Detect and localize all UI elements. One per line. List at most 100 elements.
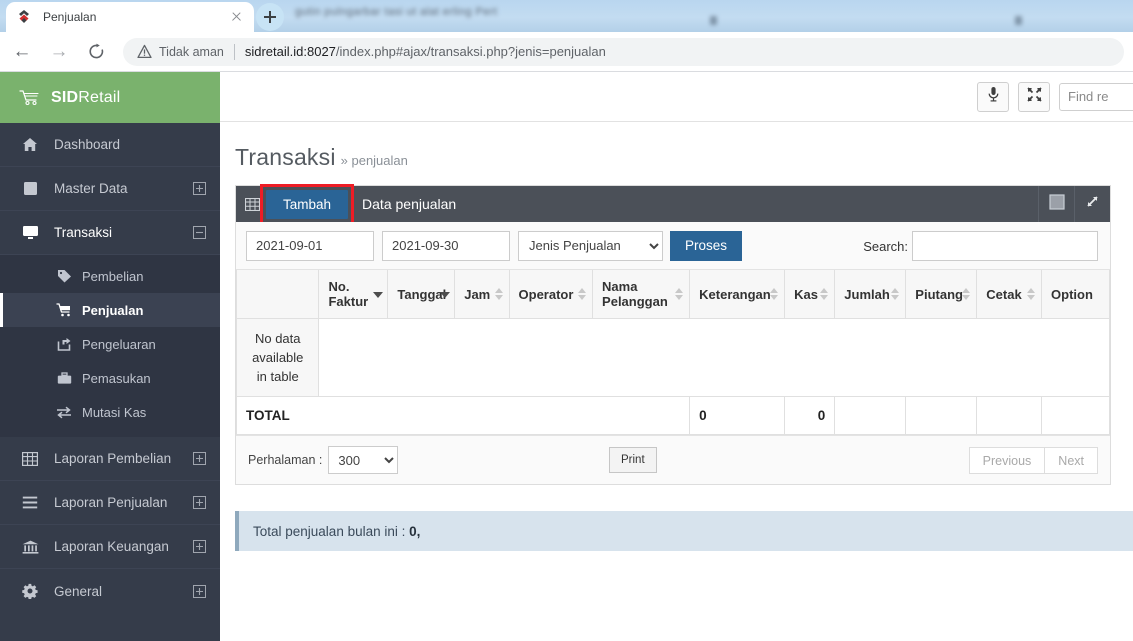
table-icon <box>19 451 41 466</box>
new-tab-button[interactable] <box>256 3 284 31</box>
sidebar-subitem-label: Penjualan <box>82 302 144 318</box>
print-button[interactable]: Print <box>609 447 657 473</box>
sidebar-item-laporan-keuangan[interactable]: Laporan Keuangan <box>0 525 220 569</box>
square-icon <box>1048 193 1065 215</box>
main-content: Find re Transaksi » penjualan Tambah Dat… <box>220 72 1133 641</box>
next-button[interactable]: Next <box>1045 447 1098 474</box>
search-label: Search: <box>863 238 908 254</box>
header-label: Piutang <box>915 286 963 302</box>
brand-logo[interactable]: SIDRetail <box>0 72 220 123</box>
bank-icon <box>19 540 41 554</box>
sidebar-item-pemasukan[interactable]: Pemasukan <box>0 361 220 395</box>
table-header-kas[interactable]: Kas <box>784 270 836 319</box>
table-header-option[interactable]: Option <box>1041 270 1110 319</box>
previous-button[interactable]: Previous <box>968 447 1046 474</box>
per-page-select[interactable]: 300 <box>328 446 399 474</box>
search-area: Search: <box>863 231 1098 261</box>
sidebar-item-penjualan[interactable]: Penjualan <box>0 293 220 327</box>
expand-button[interactable] <box>1074 186 1110 222</box>
table-header-row: No. Faktur Tanggal Jam Operator Nama Pel… <box>235 270 1110 319</box>
table-header-tanggal[interactable]: Tanggal <box>387 270 456 319</box>
sort-indicator-both <box>820 288 829 300</box>
header-label: Operator <box>518 286 574 302</box>
table-header-no-faktur[interactable]: No. Faktur <box>318 270 389 319</box>
sidebar-item-pengeluaran[interactable]: Pengeluaran <box>0 327 220 361</box>
sort-indicator-both <box>891 288 900 300</box>
browser-tab[interactable]: Penjualan <box>6 2 254 32</box>
sidebar-item-laporan-pembelian[interactable]: Laporan Pembelian <box>0 437 220 481</box>
close-icon[interactable] <box>228 9 244 25</box>
total-piutang <box>905 396 978 435</box>
header-label: Nama Pelanggan <box>602 279 668 309</box>
filter-bar: Jenis Penjualan Proses Search: <box>236 222 1110 270</box>
sidebar-item-transaksi[interactable]: Transaksi <box>0 211 220 255</box>
reload-button[interactable] <box>81 37 111 67</box>
security-status-label: Tidak aman <box>159 44 224 59</box>
date-from-input[interactable] <box>246 230 374 261</box>
header-label: Option <box>1051 286 1093 302</box>
sort-indicator-both <box>494 288 504 300</box>
table-header-operator[interactable]: Operator <box>508 270 594 319</box>
process-button[interactable]: Proses <box>670 230 743 261</box>
empty-row: No data available in table <box>235 318 1110 397</box>
header-label: Tanggal <box>397 286 447 302</box>
table-header-cetak[interactable]: Cetak <box>976 270 1043 319</box>
plus-icon[interactable] <box>193 496 206 509</box>
add-button[interactable]: Tambah <box>266 189 349 219</box>
sidebar-item-mutasi-kas[interactable]: Mutasi Kas <box>0 395 220 429</box>
sidebar-item-label: Laporan Pembelian <box>54 451 172 466</box>
browser-tab-title: Penjualan <box>43 10 97 24</box>
arrow-right-icon: → <box>49 40 69 62</box>
sidebar: SIDRetail Dashboard Master Data Transaks… <box>0 72 220 641</box>
minus-icon[interactable] <box>193 226 206 239</box>
total-option <box>1041 396 1110 435</box>
table-header-jumlah[interactable]: Jumlah <box>834 270 907 319</box>
plus-icon[interactable] <box>193 452 206 465</box>
total-label: TOTAL <box>235 396 691 435</box>
gear-icon <box>19 583 41 599</box>
find-input[interactable]: Find re <box>1059 82 1133 111</box>
table-body: No data available in table TOTAL 0 0 <box>235 318 1110 435</box>
microphone-button[interactable] <box>977 81 1009 112</box>
search-input[interactable] <box>912 231 1098 261</box>
header-label: Kas <box>794 286 819 302</box>
table-header-blank <box>235 270 320 319</box>
browser-toolbar: ← → Tidak aman sidretail.id:8027/index.p… <box>0 32 1133 72</box>
briefcase-icon <box>54 371 74 385</box>
minimize-button[interactable] <box>1038 186 1074 222</box>
address-bar[interactable]: Tidak aman sidretail.id:8027/index.php#a… <box>123 37 1124 66</box>
panel-header: Tambah Data penjualan <box>236 183 1110 225</box>
box-icon <box>19 181 41 196</box>
table-header-nama-pelanggan[interactable]: Nama Pelanggan <box>592 270 691 319</box>
table-header-piutang[interactable]: Piutang <box>905 270 978 319</box>
total-row: TOTAL 0 0 <box>235 396 1110 435</box>
forward-button[interactable]: → <box>44 37 74 67</box>
sidebar-item-master-data[interactable]: Master Data <box>0 167 220 211</box>
monitor-icon <box>19 225 41 240</box>
sidebar-item-pembelian[interactable]: Pembelian <box>0 259 220 293</box>
panel-caption: Data penjualan <box>362 196 457 212</box>
url-path: /index.php#ajax/transaksi.php?jenis=penj… <box>335 44 606 59</box>
plus-icon[interactable] <box>193 182 206 195</box>
sidebar-item-laporan-penjualan[interactable]: Laporan Penjualan <box>0 481 220 525</box>
total-cetak <box>976 396 1043 435</box>
table-header-jam[interactable]: Jam <box>454 270 510 319</box>
sort-indicator-both <box>675 288 684 300</box>
page-title: Transaksi <box>235 144 336 170</box>
plus-icon[interactable] <box>193 584 206 598</box>
back-button[interactable]: ← <box>7 37 37 67</box>
expand-arrows-icon <box>1085 194 1100 214</box>
data-table: No. Faktur Tanggal Jam Operator Nama Pel… <box>235 270 1110 435</box>
fullscreen-button[interactable] <box>1018 81 1050 112</box>
date-to-input[interactable] <box>382 230 510 261</box>
sidebar-item-dashboard[interactable]: Dashboard <box>0 123 220 167</box>
jenis-penjualan-select[interactable]: Jenis Penjualan <box>518 230 663 261</box>
plus-icon[interactable] <box>193 540 206 553</box>
empty-filler <box>318 318 1110 397</box>
sidebar-item-label: Laporan Penjualan <box>54 495 168 510</box>
brand-bold: SID <box>51 88 79 106</box>
sidebar-item-general[interactable]: General <box>0 569 220 613</box>
sidebar-subitem-label: Pengeluaran <box>82 336 156 352</box>
page-header: Transaksi » penjualan <box>220 122 1133 185</box>
table-header-keterangan[interactable]: Keterangan <box>689 270 786 319</box>
